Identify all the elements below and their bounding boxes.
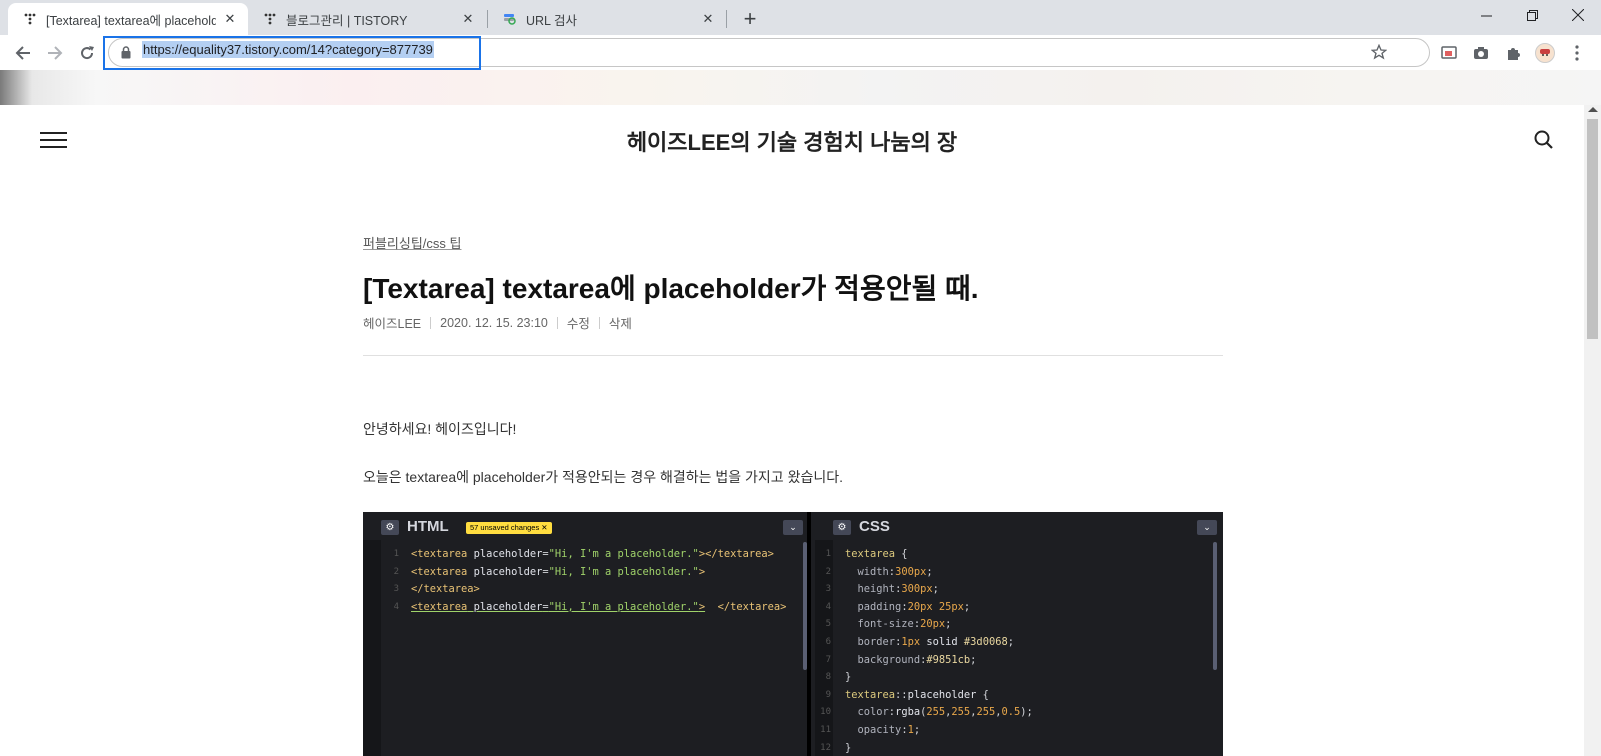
ad-banner[interactable] [0, 70, 1601, 105]
gear-icon: ⚙ [833, 520, 851, 535]
post-date: 2020. 12. 15. 23:10 [440, 315, 548, 330]
html-pane: ⚙ HTML 57 unsaved changes ✕ ⌄ 1 2 3 4 <t… [363, 512, 811, 756]
tab-title: 블로그관리 | TISTORY [286, 13, 408, 28]
tab-strip: [Textarea] textarea에 placeholder ✕ 블로그관리… [0, 0, 1601, 35]
css-pane-scrollbar [1213, 542, 1217, 670]
extensions-puzzle-icon[interactable] [1501, 41, 1525, 65]
css-pane: ⚙ CSS ⌄ 1 2 3 4 5 6 7 8 9 10 11 12 texta… [815, 512, 1223, 756]
chevron-down-icon: ⌄ [783, 520, 803, 535]
tistory-icon [22, 11, 38, 27]
tab-separator [726, 10, 727, 28]
unsaved-changes-badge: 57 unsaved changes ✕ [466, 522, 552, 534]
cast-icon[interactable] [1437, 41, 1461, 65]
css-code: textarea { width:300px; height:300px; pa… [845, 548, 1033, 754]
paragraph-greeting: 안녕하세요! 헤이즈입니다! [363, 421, 517, 437]
tab-url-inspect[interactable]: URL 검사 ✕ [488, 3, 726, 35]
post-category-link[interactable]: 퍼블리싱팁/css 팁 [363, 233, 461, 252]
scroll-up-arrow-icon[interactable] [1588, 107, 1598, 112]
site-title[interactable]: 헤이즈LEE의 기술 경험치 나눔의 장 [0, 125, 1584, 157]
close-icon[interactable]: ✕ [700, 11, 716, 27]
line-gutter [363, 540, 381, 756]
page-scrollbar[interactable] [1584, 105, 1601, 756]
camera-icon[interactable] [1469, 41, 1493, 65]
tab-title: URL 검사 [526, 13, 578, 28]
forward-button[interactable] [41, 39, 69, 67]
paragraph-intro: 오늘은 textarea에 placeholder가 적용안되는 경우 해결하는… [363, 469, 843, 485]
delete-link[interactable]: 삭제 [609, 313, 632, 332]
tab-blog-admin[interactable]: 블로그관리 | TISTORY ✕ [248, 3, 486, 35]
tab-title: [Textarea] textarea에 placeholder [46, 13, 216, 28]
meta-divider [430, 316, 432, 329]
css-pane-label: CSS [859, 518, 890, 535]
post-title: [Textarea] textarea에 placeholder가 적용안될 때… [363, 273, 979, 304]
reload-button[interactable] [73, 39, 101, 67]
blog-page: 헤이즈LEE의 기술 경험치 나눔의 장 퍼블리싱팁/css 팁 [Textar… [0, 105, 1584, 756]
menu-kebab-icon[interactable] [1565, 41, 1589, 65]
line-numbers: 1 2 3 4 [393, 549, 399, 612]
minimize-button[interactable] [1463, 0, 1509, 30]
bookmark-star-icon[interactable] [1370, 43, 1388, 65]
url-selection-highlight [103, 36, 481, 70]
post-author[interactable]: 헤이즈LEE [363, 313, 421, 332]
new-tab-button[interactable]: + [737, 6, 763, 32]
close-window-button[interactable] [1555, 0, 1601, 30]
html-pane-header: ⚙ HTML 57 unsaved changes ✕ ⌄ [363, 512, 807, 540]
meta-divider [598, 316, 600, 329]
edit-link[interactable]: 수정 [567, 313, 590, 332]
profile-avatar[interactable] [1533, 41, 1557, 65]
close-icon[interactable]: ✕ [222, 11, 238, 27]
header-divider [363, 355, 1223, 356]
post-meta: 헤이즈LEE 2020. 12. 15. 23:10 수정 삭제 [363, 313, 632, 332]
html-pane-scrollbar [803, 542, 807, 670]
search-icon[interactable] [1533, 129, 1555, 151]
chevron-down-icon: ⌄ [1197, 520, 1217, 535]
close-icon[interactable]: ✕ [460, 11, 476, 27]
css-pane-header: ⚙ CSS ⌄ [815, 512, 1223, 540]
html-pane-label: HTML [407, 518, 449, 535]
search-console-icon [502, 11, 518, 27]
line-numbers: 1 2 3 4 5 6 7 8 9 10 11 12 [820, 549, 831, 753]
restore-button[interactable] [1509, 0, 1555, 30]
gear-icon: ⚙ [381, 520, 399, 535]
tistory-icon [262, 11, 278, 27]
html-code: <textarea placeholder="Hi, I'm a placeho… [411, 548, 787, 613]
tab-textarea-post[interactable]: [Textarea] textarea에 placeholder ✕ [8, 3, 248, 35]
scrollbar-thumb[interactable] [1587, 119, 1598, 339]
meta-divider [556, 316, 558, 329]
back-button[interactable] [9, 39, 37, 67]
browser-toolbar: https://equality37.tistory.com/14?catego… [0, 35, 1601, 70]
code-screenshot: ⚙ HTML 57 unsaved changes ✕ ⌄ 1 2 3 4 <t… [363, 512, 1223, 756]
